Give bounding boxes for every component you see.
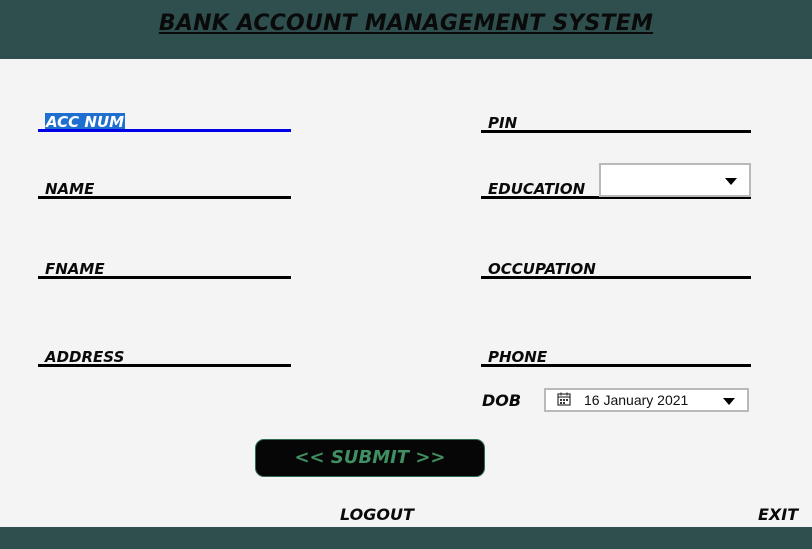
dob-label: DOB xyxy=(482,391,522,410)
address-field[interactable]: ADDRESS xyxy=(38,343,291,367)
calendar-icon[interactable] xyxy=(557,392,571,406)
name-underline xyxy=(38,196,291,199)
exit-button[interactable]: EXIT xyxy=(758,505,798,524)
acc-num-field[interactable]: ACC NUM xyxy=(38,108,291,132)
fname-underline xyxy=(38,276,291,279)
page-title: BANK ACCOUNT MANAGEMENT SYSTEM xyxy=(158,11,654,36)
occupation-underline xyxy=(481,276,751,279)
footer-bar xyxy=(0,527,812,549)
dob-value: 16 January 2021 xyxy=(584,392,689,408)
acc-num-underline xyxy=(38,129,291,132)
pin-underline xyxy=(481,130,751,133)
logout-button[interactable]: LOGOUT xyxy=(340,505,414,524)
phone-underline xyxy=(481,364,751,367)
chevron-down-icon[interactable] xyxy=(725,178,737,185)
dob-date-picker[interactable]: 16 January 2021 xyxy=(544,388,749,412)
phone-field[interactable]: PHONE xyxy=(481,343,751,367)
name-field[interactable]: NAME xyxy=(38,175,291,199)
pin-field[interactable]: PIN xyxy=(481,109,751,133)
occupation-field[interactable]: OCCUPATION xyxy=(481,255,751,279)
submit-button[interactable]: << SUBMIT >> xyxy=(255,439,485,477)
address-underline xyxy=(38,364,291,367)
fname-field[interactable]: FNAME xyxy=(38,255,291,279)
chevron-down-icon[interactable] xyxy=(723,398,735,405)
education-dropdown[interactable] xyxy=(599,163,751,197)
